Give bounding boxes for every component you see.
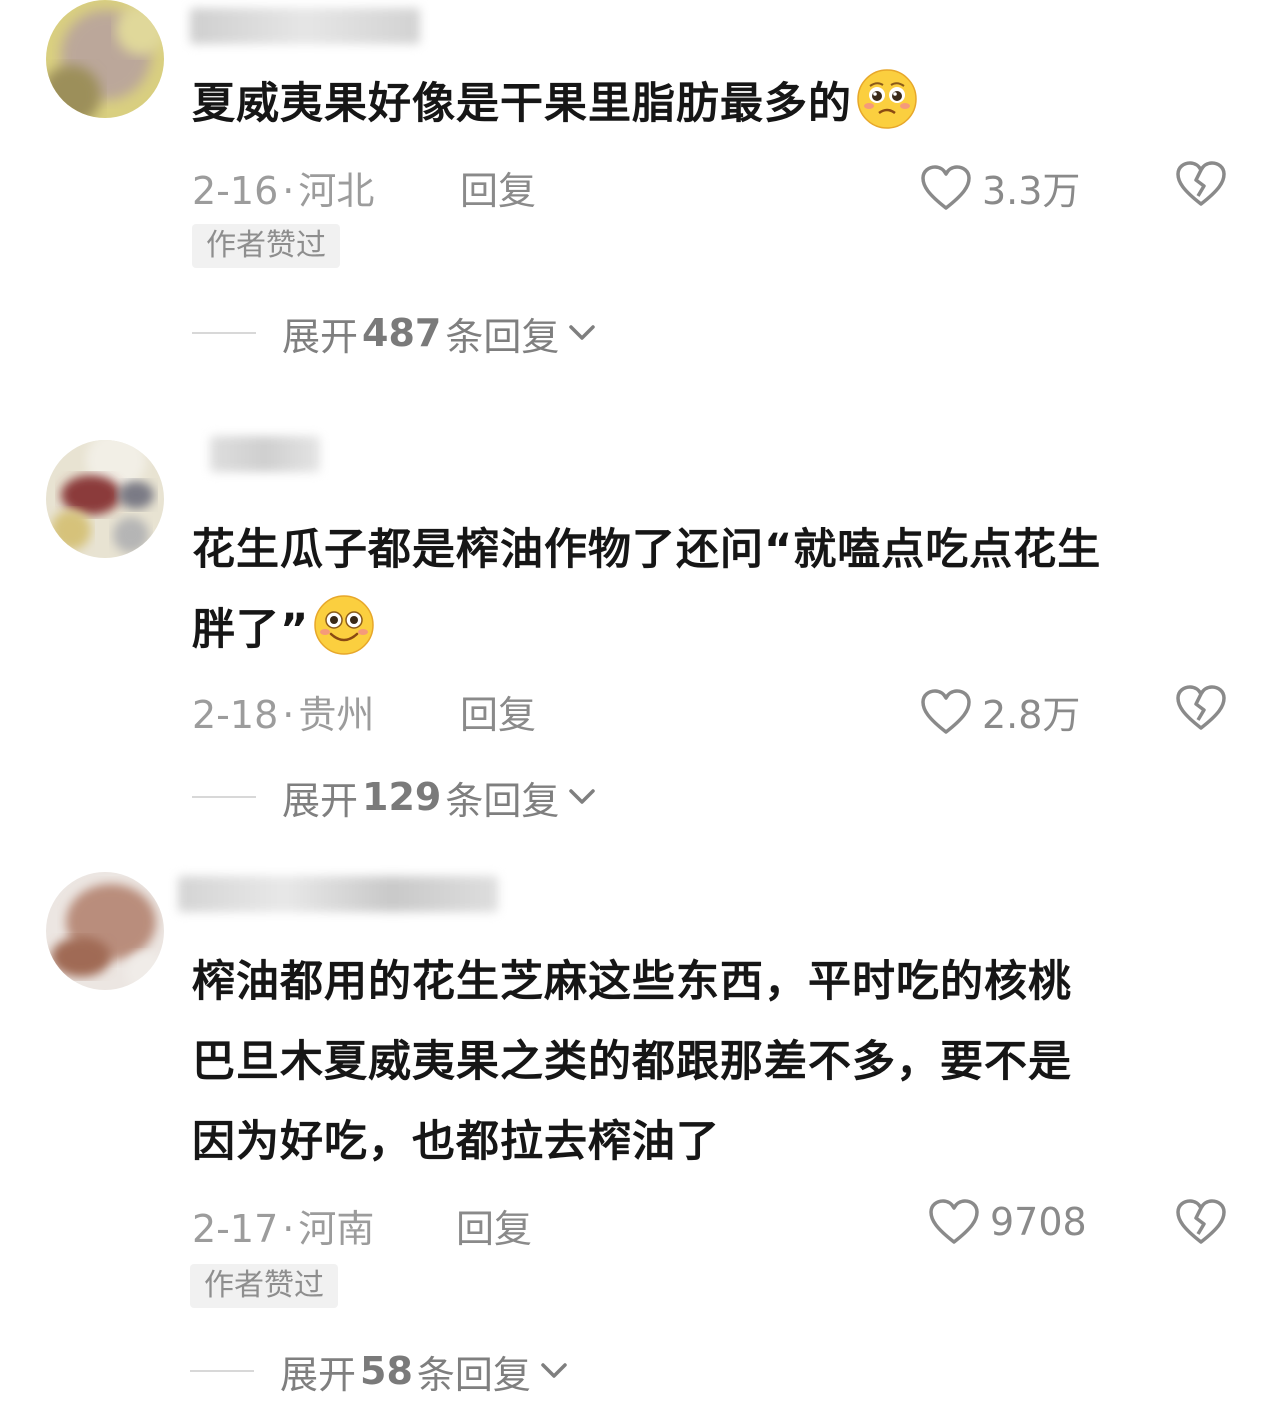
comment-meta: 2-16 · 河北 回复 3.3万 [192, 160, 1242, 213]
expand-replies-button[interactable]: 展开 129 条回复 [192, 772, 597, 823]
author-liked-badge: 作者赞过 [190, 1264, 338, 1308]
broken-heart-icon [1176, 685, 1226, 730]
separator: · [282, 169, 295, 213]
comment-location: 河北 [298, 169, 375, 213]
comment-text-line: 因为好吃，也都拉去榨油了 [192, 1117, 720, 1167]
expand-prefix: 展开 [280, 1352, 357, 1397]
expand-prefix: 展开 [282, 314, 359, 359]
chevron-down-icon [541, 1363, 567, 1378]
like-button[interactable]: 3.3万 [920, 160, 1080, 215]
reply-count: 129 [362, 775, 442, 819]
reply-count: 58 [360, 1349, 413, 1393]
reply-button[interactable]: 回复 [460, 160, 536, 215]
smiling-face-emoji [313, 594, 375, 656]
like-count: 3.3万 [982, 169, 1081, 213]
comment-text-line: 花生瓜子都是榨油作物了还问“就嗑点吃点花生 [192, 525, 1102, 575]
comment-text-content: 夏威夷果好像是干果里脂肪最多的 [192, 79, 852, 129]
comment-text: 花生瓜子都是榨油作物了还问“就嗑点吃点花生 胖了” [192, 510, 1252, 670]
expand-suffix: 条回复 [445, 778, 560, 823]
username-blurred[interactable] [190, 8, 420, 44]
expand-prefix: 展开 [282, 778, 359, 823]
username-blurred[interactable] [210, 436, 320, 472]
divider [192, 796, 256, 798]
chevron-down-icon [569, 325, 596, 340]
comment-date: 2-16 [192, 169, 279, 213]
comment-meta: 2-17 · 河南 回复 9708 [192, 1198, 1242, 1251]
author-liked-badge: 作者赞过 [192, 224, 340, 268]
comment-date-location: 2-18 · 贵州 [192, 684, 374, 739]
comment-date-location: 2-17 · 河南 [192, 1198, 374, 1253]
divider [190, 1370, 254, 1372]
dislike-button[interactable] [1175, 160, 1227, 217]
separator: · [282, 693, 295, 737]
like-count: 2.8万 [982, 693, 1081, 737]
reply-button[interactable]: 回复 [456, 1198, 532, 1253]
expand-suffix: 条回复 [445, 314, 560, 359]
heart-outline-icon [929, 1199, 979, 1244]
broken-heart-icon [1176, 161, 1226, 206]
pleading-face-emoji [856, 68, 918, 130]
comment-date: 2-18 [192, 693, 279, 737]
comment-text: 榨油都用的花生芝麻这些东西，平时吃的核桃 巴旦木夏威夷果之类的都跟那差不多，要不… [192, 942, 1252, 1182]
comment-location: 贵州 [298, 693, 375, 737]
expand-replies-button[interactable]: 展开 58 条回复 [190, 1346, 569, 1397]
comment-text: 夏威夷果好像是干果里脂肪最多的 [192, 64, 1252, 144]
reply-count: 487 [362, 311, 442, 355]
reply-button[interactable]: 回复 [460, 684, 536, 739]
broken-heart-icon [1176, 1199, 1226, 1244]
dislike-button[interactable] [1175, 684, 1227, 741]
comment-date: 2-17 [192, 1207, 279, 1251]
avatar[interactable] [46, 872, 164, 990]
username-blurred[interactable] [178, 876, 498, 912]
comment-text-line: 巴旦木夏威夷果之类的都跟那差不多，要不是 [192, 1037, 1072, 1087]
comment-date-location: 2-16 · 河北 [192, 160, 374, 215]
chevron-down-icon [569, 789, 596, 804]
like-button[interactable]: 9708 [928, 1198, 1087, 1246]
comment-text-content: 胖了” [192, 605, 310, 655]
expand-replies-button[interactable]: 展开 487 条回复 [192, 308, 597, 359]
comment-text-line: 胖了” [192, 590, 1252, 670]
avatar[interactable] [46, 0, 164, 118]
dislike-button[interactable] [1175, 1198, 1227, 1255]
heart-outline-icon [921, 164, 971, 210]
comment-location: 河南 [298, 1207, 375, 1251]
divider [192, 332, 256, 334]
heart-outline-icon [921, 688, 971, 734]
comment-text-line: 榨油都用的花生芝麻这些东西，平时吃的核桃 [192, 957, 1072, 1007]
expand-suffix: 条回复 [416, 1352, 531, 1397]
separator: · [282, 1207, 295, 1251]
like-button[interactable]: 2.8万 [920, 684, 1080, 739]
like-count: 9708 [990, 1200, 1087, 1244]
avatar[interactable] [46, 440, 164, 558]
comment-meta: 2-18 · 贵州 回复 2.8万 [192, 684, 1242, 737]
